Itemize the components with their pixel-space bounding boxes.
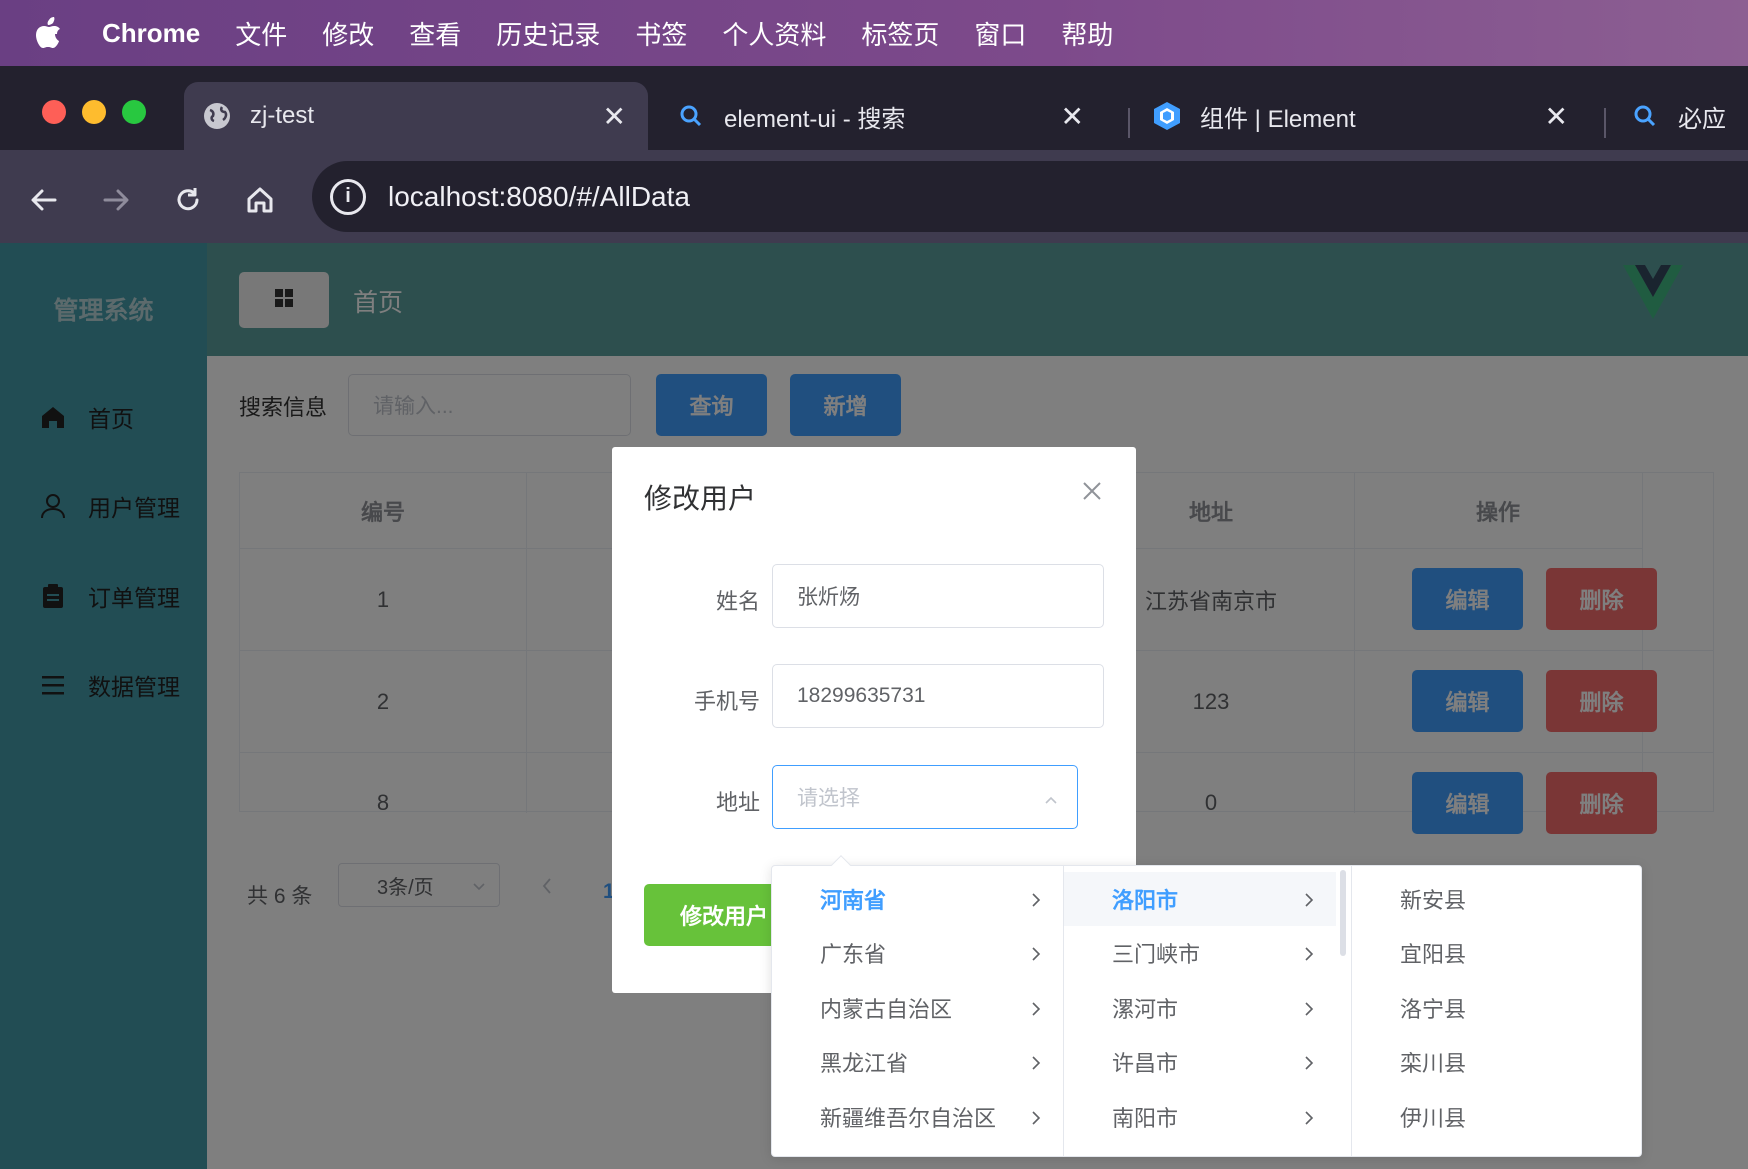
chevron-right-icon — [1300, 998, 1318, 1016]
address-bar[interactable]: i localhost:8080/#/AllData — [312, 161, 1748, 232]
cascader-option-county[interactable]: 宜阳县 — [1352, 926, 1642, 980]
cascader-option-city[interactable]: 漯河市 — [1064, 981, 1336, 1035]
chevron-right-icon — [1300, 1107, 1318, 1125]
menu-file[interactable]: 文件 — [235, 15, 287, 52]
cascader-menu-counties: 新安县 宜阳县 洛宁县 栾川县 伊川县 — [1352, 866, 1642, 1156]
name-value: 张炘炀 — [797, 586, 860, 609]
cascader-menu-cities: 洛阳市 三门峡市 漯河市 许昌市 南阳市 — [1064, 866, 1352, 1156]
globe-icon — [202, 101, 232, 131]
chevron-right-icon — [1300, 1052, 1318, 1070]
cascader-option-city[interactable]: 许昌市 — [1064, 1035, 1336, 1089]
mac-menubar: Chrome 文件 修改 查看 历史记录 书签 个人资料 标签页 窗口 帮助 — [0, 0, 1748, 66]
cascader-option-county[interactable]: 新安县 — [1352, 872, 1642, 926]
address-cascader-dropdown: 河南省 广东省 内蒙古自治区 黑龙江省 新疆维吾尔自治区 洛阳市 三门峡市 漯河… — [771, 855, 1642, 1157]
menu-app-name[interactable]: Chrome — [102, 18, 200, 49]
cascader-option-city[interactable]: 洛阳市 — [1064, 872, 1336, 926]
chevron-right-icon — [1027, 943, 1045, 961]
tab-title: element-ui - 搜索 — [724, 105, 906, 133]
search-icon — [676, 101, 706, 131]
cascader-option-province[interactable]: 内蒙古自治区 — [772, 981, 1063, 1035]
menu-window[interactable]: 窗口 — [974, 15, 1026, 52]
menu-edit[interactable]: 修改 — [322, 15, 374, 52]
scrollbar-thumb[interactable] — [1340, 870, 1346, 956]
search-icon — [1630, 101, 1660, 131]
cascader-option-county[interactable]: 栾川县 — [1352, 1035, 1642, 1089]
cascader-option-province[interactable]: 广东省 — [772, 926, 1063, 980]
address-cascader-input[interactable]: 请选择 — [772, 765, 1078, 829]
app-root: 管理系统 首页 用户管理 订单管理 数据管理 — [0, 243, 1748, 1169]
menu-profile[interactable]: 个人资料 — [722, 15, 826, 52]
chevron-right-icon — [1027, 889, 1045, 907]
menu-bookmarks[interactable]: 书签 — [635, 15, 687, 52]
element-logo-icon — [1152, 101, 1182, 131]
tab-close-icon[interactable]: ✕ — [1545, 100, 1568, 133]
phone-value: 18299635731 — [797, 684, 926, 707]
window-close-button[interactable] — [42, 100, 66, 124]
cascader-option-province[interactable]: 河南省 — [772, 872, 1063, 926]
cascader-option-city[interactable]: 南阳市 — [1064, 1090, 1336, 1144]
cascader-option-county[interactable]: 伊川县 — [1352, 1090, 1642, 1144]
tab-close-icon[interactable]: ✕ — [1061, 100, 1084, 133]
cascader-menu-provinces: 河南省 广东省 内蒙古自治区 黑龙江省 新疆维吾尔自治区 — [772, 866, 1064, 1156]
chevron-up-icon — [1043, 790, 1059, 814]
close-icon[interactable] — [1080, 479, 1104, 503]
menu-history[interactable]: 历史记录 — [496, 15, 600, 52]
chevron-right-icon — [1300, 943, 1318, 961]
tab-element-components[interactable]: 组件 | Element ✕ — [1150, 82, 1590, 150]
site-info-icon[interactable]: i — [330, 178, 366, 215]
browser-toolbar: i localhost:8080/#/AllData — [0, 150, 1748, 243]
tab-title: 必应 — [1678, 105, 1726, 133]
home-icon[interactable] — [240, 180, 280, 220]
apple-icon[interactable] — [34, 17, 74, 49]
chevron-right-icon — [1027, 1107, 1045, 1125]
window-minimize-button[interactable] — [82, 100, 106, 124]
chevron-right-icon — [1027, 1052, 1045, 1070]
dialog-title: 修改用户 — [644, 483, 757, 514]
chevron-right-icon — [1300, 889, 1318, 907]
name-label: 姓名 — [715, 589, 760, 614]
tab-zj-test[interactable]: zj-test ✕ — [184, 82, 648, 150]
phone-input[interactable]: 18299635731 — [772, 664, 1104, 728]
phone-label: 手机号 — [693, 689, 760, 714]
name-input[interactable]: 张炘炀 — [772, 564, 1104, 628]
cascader-option-city[interactable]: 三门峡市 — [1064, 926, 1336, 980]
menu-tabs[interactable]: 标签页 — [861, 15, 939, 52]
window-zoom-button[interactable] — [122, 100, 146, 124]
forward-icon[interactable] — [96, 180, 136, 220]
address-label: 地址 — [715, 790, 760, 815]
tab-separator — [1604, 108, 1606, 138]
tab-title: zj-test — [250, 102, 315, 129]
url-text: localhost:8080/#/AllData — [388, 180, 690, 212]
cascader-option-province[interactable]: 黑龙江省 — [772, 1035, 1063, 1089]
menu-view[interactable]: 查看 — [409, 15, 461, 52]
cascader-option-county[interactable]: 洛宁县 — [1352, 981, 1642, 1035]
tab-close-icon[interactable]: ✕ — [603, 100, 626, 133]
reload-icon[interactable] — [168, 180, 208, 220]
address-placeholder: 请选择 — [797, 787, 860, 810]
chevron-right-icon — [1027, 998, 1045, 1016]
tab-element-ui-search[interactable]: element-ui - 搜索 ✕ — [666, 82, 1106, 150]
tab-separator — [1128, 108, 1130, 138]
back-icon[interactable] — [24, 180, 64, 220]
tab-bing[interactable]: 必应 — [1626, 82, 1748, 150]
tab-title: 组件 | Element — [1200, 105, 1356, 133]
menu-help[interactable]: 帮助 — [1061, 15, 1113, 52]
browser-tab-bar: zj-test ✕ element-ui - 搜索 ✕ 组件 | Element… — [0, 66, 1748, 150]
cascader-option-province[interactable]: 新疆维吾尔自治区 — [772, 1090, 1063, 1144]
